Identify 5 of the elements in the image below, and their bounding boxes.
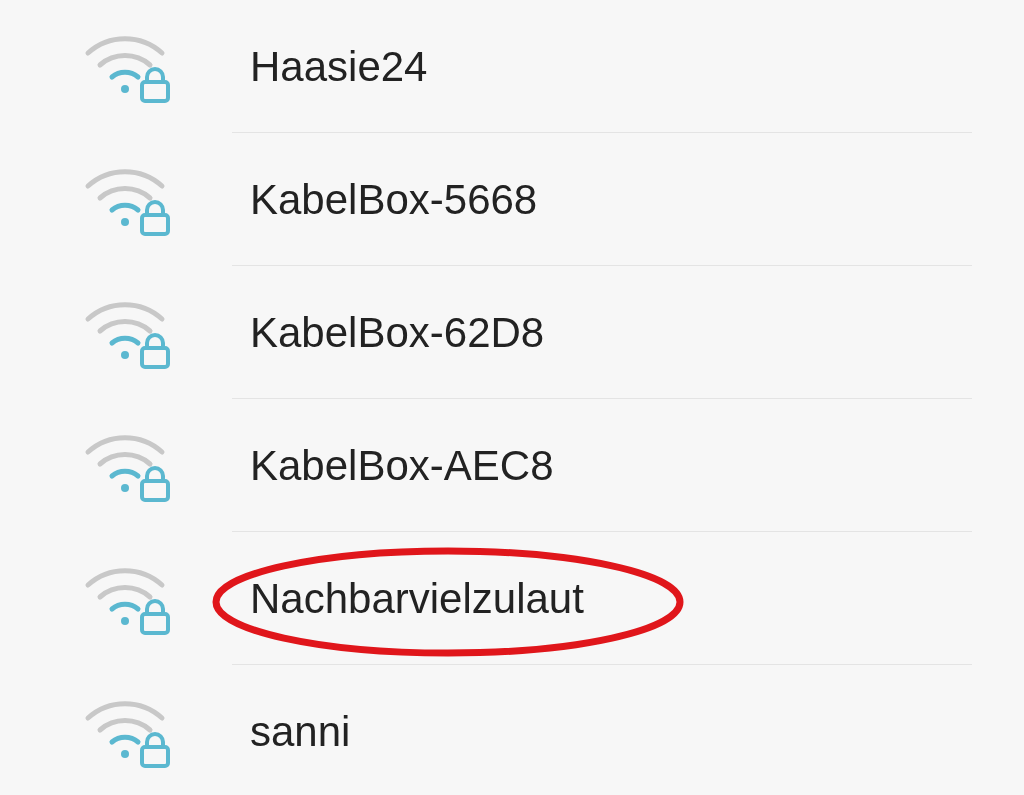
network-name[interactable]: Haasie24: [250, 34, 428, 98]
network-name[interactable]: KabelBox-AEC8: [250, 433, 554, 497]
network-name[interactable]: KabelBox-5668: [250, 167, 538, 231]
network-name[interactable]: sanni: [250, 699, 351, 763]
network-name[interactable]: KabelBox-62D8: [250, 300, 545, 364]
